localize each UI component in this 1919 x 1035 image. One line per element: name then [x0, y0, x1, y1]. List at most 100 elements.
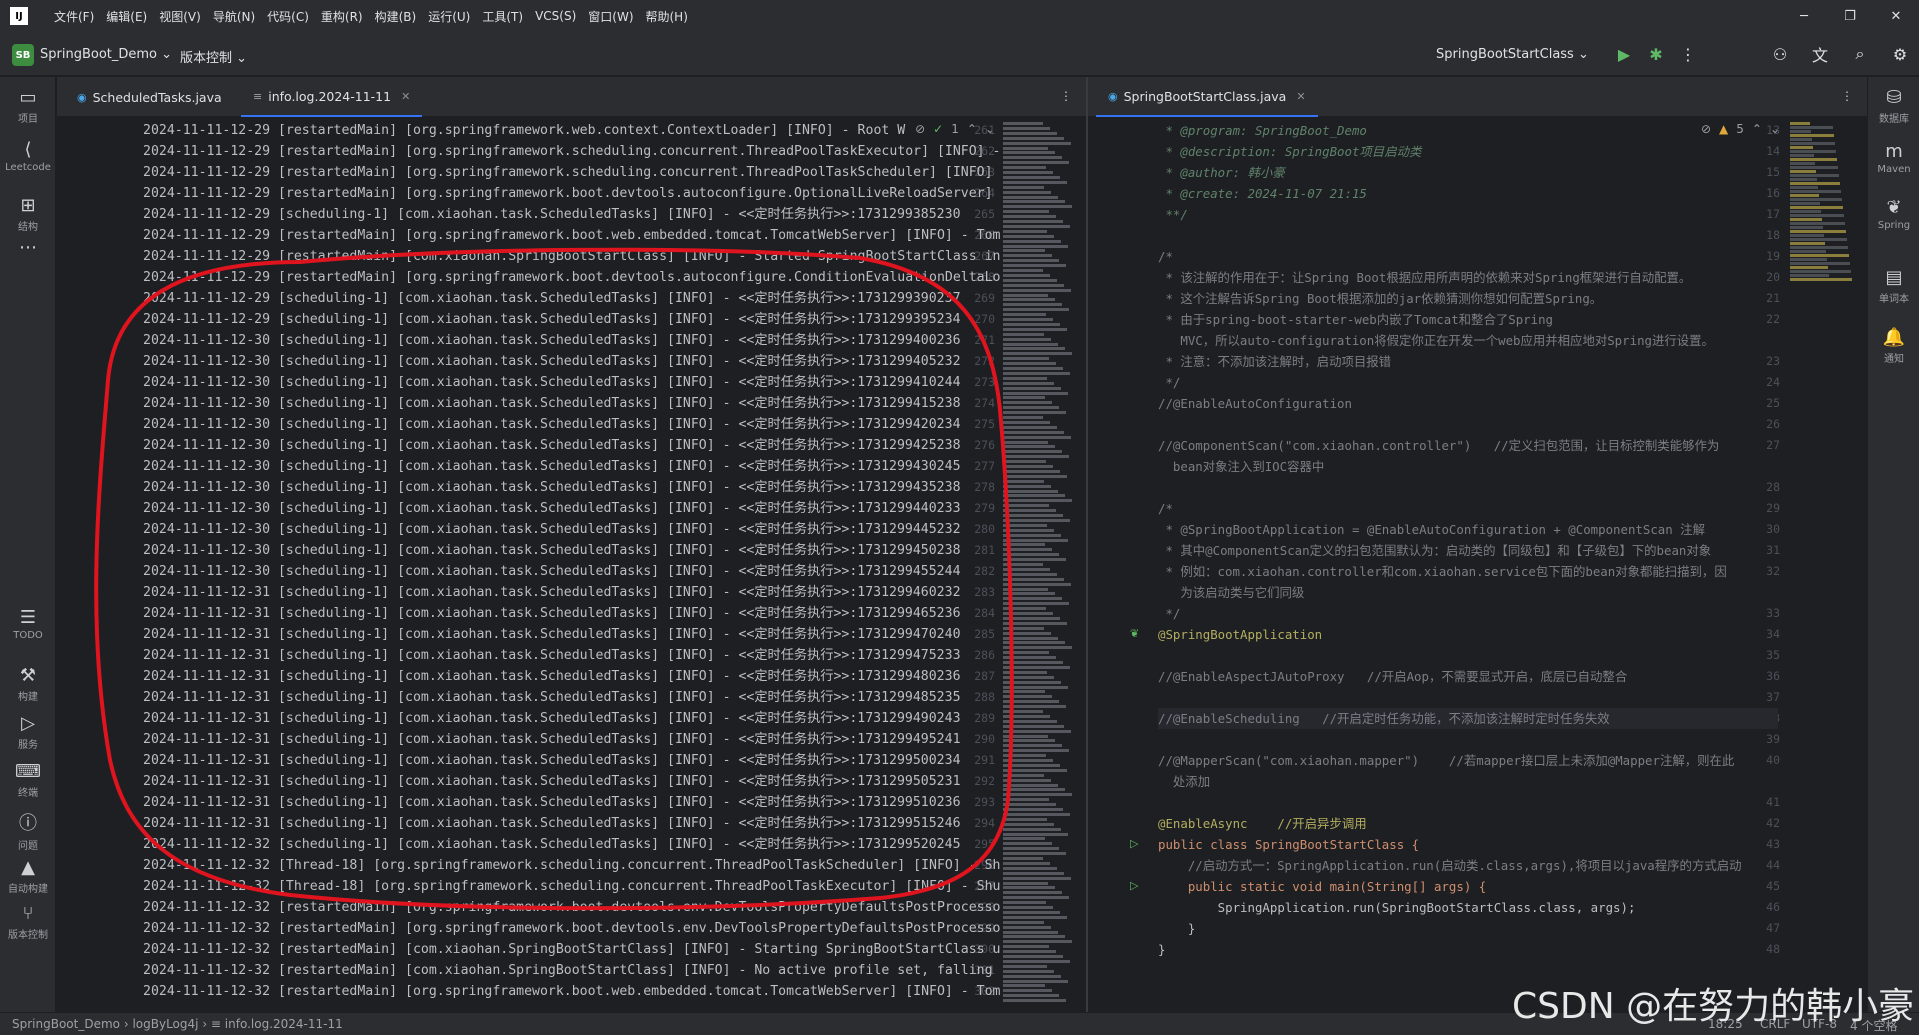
code-line[interactable]: * 该注解的作用在于：让Spring Boot根据应用所声明的依赖来对Sprin…: [1158, 267, 1691, 288]
log-line[interactable]: 2024-11-11-12-30 [scheduling-1] [com.xia…: [143, 330, 961, 351]
log-line[interactable]: 2024-11-11-12-29 [restartedMain] [org.sp…: [143, 141, 1000, 162]
log-line[interactable]: 2024-11-11-12-29 [restartedMain] [org.sp…: [143, 225, 1000, 246]
log-line[interactable]: 2024-11-11-12-29 [restartedMain] [org.sp…: [143, 267, 1000, 288]
settings-icon[interactable]: ⚙: [1888, 42, 1912, 66]
close-icon[interactable]: ✕: [1873, 0, 1919, 32]
log-line[interactable]: 2024-11-11-12-31 [scheduling-1] [com.xia…: [143, 750, 961, 771]
reader-mode-icon[interactable]: ⊘: [1701, 122, 1711, 136]
tool-window-structure[interactable]: ⊞ 结构: [0, 195, 56, 233]
menu-item[interactable]: 运行(U): [422, 8, 476, 25]
menu-item[interactable]: 构建(B): [369, 8, 423, 25]
menu-item[interactable]: 导航(N): [207, 8, 261, 25]
breadcrumb-folder[interactable]: logByLog4j: [132, 1017, 198, 1031]
code-line[interactable]: //@EnableAutoConfiguration: [1158, 393, 1352, 414]
vcs-selector[interactable]: 版本控制 ⌄: [180, 47, 247, 66]
translate-icon[interactable]: 文: [1808, 42, 1832, 66]
log-line[interactable]: 2024-11-11-12-29 [scheduling-1] [com.xia…: [143, 204, 961, 225]
menu-item[interactable]: 窗口(W): [582, 8, 639, 25]
left-minimap[interactable]: [1003, 118, 1079, 1008]
log-line[interactable]: 2024-11-11-12-30 [scheduling-1] [com.xia…: [143, 561, 961, 582]
log-line[interactable]: 2024-11-11-12-32 [restartedMain] [com.xi…: [143, 939, 1000, 960]
log-line[interactable]: 2024-11-11-12-31 [scheduling-1] [com.xia…: [143, 666, 961, 687]
search-icon[interactable]: ⌕: [1848, 42, 1872, 66]
tool-window-terminal[interactable]: ⌨ 终端: [0, 761, 56, 799]
code-line[interactable]: */: [1158, 603, 1180, 624]
left-editor[interactable]: ⊘ ✓ 1 ⌃ ⌄ 261 2024-11-11-12-29 [restartedM…: [57, 118, 1003, 1012]
code-line[interactable]: * 这个注解告诉Spring Boot根据添加的jar依赖猜测你想如何配置Spr…: [1158, 288, 1602, 309]
tool-window-database[interactable]: ⛁ 数据库: [1868, 87, 1919, 125]
log-line[interactable]: 2024-11-11-12-32 [restartedMain] [com.xi…: [143, 960, 993, 981]
menu-item[interactable]: 帮助(H): [640, 8, 694, 25]
log-line[interactable]: 2024-11-11-12-32 [restartedMain] [org.sp…: [143, 981, 1000, 1002]
log-line[interactable]: 2024-11-11-12-32 [Thread-18] [org.spring…: [143, 876, 1000, 897]
code-line[interactable]: /*: [1158, 498, 1173, 519]
code-line[interactable]: /*: [1158, 246, 1173, 267]
code-line[interactable]: bean对象注入到IOC容器中: [1158, 456, 1324, 477]
tab-info-log[interactable]: ≡ info.log.2024-11-11 ✕: [241, 77, 423, 117]
log-line[interactable]: 2024-11-11-12-30 [scheduling-1] [com.xia…: [143, 477, 961, 498]
code-line[interactable]: * @create: 2024-11-07 21:15: [1158, 183, 1366, 204]
log-line[interactable]: 2024-11-11-12-31 [scheduling-1] [com.xia…: [143, 582, 961, 603]
log-line[interactable]: 2024-11-11-12-30 [scheduling-1] [com.xia…: [143, 456, 961, 477]
code-line[interactable]: * 例如：com.xiaohan.controller和com.xiaohan.…: [1158, 561, 1726, 582]
log-line[interactable]: 2024-11-11-12-30 [scheduling-1] [com.xia…: [143, 540, 961, 561]
log-line[interactable]: 2024-11-11-12-29 [restartedMain] [org.sp…: [143, 162, 993, 183]
right-minimap[interactable]: [1790, 118, 1865, 1012]
log-line[interactable]: 2024-11-11-12-32 [restartedMain] [org.sp…: [143, 918, 1000, 939]
code-line[interactable]: //@EnableAspectJAutoProxy //开启Aop，不需要显式开…: [1158, 666, 1627, 687]
menu-item[interactable]: 代码(C): [261, 8, 315, 25]
log-line[interactable]: 2024-11-11-12-30 [scheduling-1] [com.xia…: [143, 372, 961, 393]
tool-window-todo[interactable]: ☰ TODO: [0, 607, 56, 641]
close-icon[interactable]: ✕: [401, 90, 410, 103]
reader-mode-icon[interactable]: ⊘: [915, 122, 925, 136]
code-line[interactable]: * @description: SpringBoot项目启动类: [1158, 141, 1421, 162]
menu-item[interactable]: 编辑(E): [100, 8, 153, 25]
code-line[interactable]: //启动方式一：SpringApplication.run(启动类.class,…: [1158, 855, 1742, 876]
log-line[interactable]: 2024-11-11-12-29 [restartedMain] [org.sp…: [143, 183, 993, 204]
log-line[interactable]: 2024-11-11-12-29 [restartedMain] [org.sp…: [143, 120, 905, 141]
code-line[interactable]: * @SpringBootApplication = @EnableAutoCo…: [1158, 519, 1705, 540]
log-line[interactable]: 2024-11-11-12-32 [Thread-18] [org.spring…: [143, 855, 1000, 876]
log-line[interactable]: 2024-11-11-12-30 [scheduling-1] [com.xia…: [143, 519, 961, 540]
code-line[interactable]: //@EnableScheduling //开启定时任务功能，不添加该注解时定时…: [1158, 708, 1778, 729]
add-user-icon[interactable]: ⚇: [1768, 42, 1792, 66]
log-line[interactable]: 2024-11-11-12-30 [scheduling-1] [com.xia…: [143, 414, 961, 435]
code-line[interactable]: * 其中@ComponentScan定义的扫包范围默认为：启动类的【同级包】和【…: [1158, 540, 1711, 561]
tool-window-notification[interactable]: 🔔 通知: [1868, 327, 1919, 365]
code-line[interactable]: //@MapperScan("com.xiaohan.mapper") //若m…: [1158, 750, 1734, 771]
project-badge[interactable]: SB: [12, 44, 34, 66]
log-line[interactable]: 2024-11-11-12-31 [scheduling-1] [com.xia…: [143, 603, 961, 624]
tool-window-services[interactable]: ▷ 服务: [0, 713, 56, 751]
log-line[interactable]: 2024-11-11-12-31 [scheduling-1] [com.xia…: [143, 645, 961, 666]
tool-window-folder[interactable]: ▭ 项目: [0, 87, 56, 125]
code-line[interactable]: SpringApplication.run(SpringBootStartCla…: [1158, 897, 1636, 918]
menu-item[interactable]: 重构(R): [315, 8, 369, 25]
log-line[interactable]: 2024-11-11-12-30 [scheduling-1] [com.xia…: [143, 351, 961, 372]
log-line[interactable]: 2024-11-11-12-31 [scheduling-1] [com.xia…: [143, 792, 961, 813]
log-line[interactable]: 2024-11-11-12-30 [scheduling-1] [com.xia…: [143, 435, 961, 456]
right-editor[interactable]: ⊘ ▲ 5 ⌃ ⌄ 13 * @program: SpringBoot_Demo 1…: [1088, 118, 1788, 1012]
run-config-selector[interactable]: SpringBootStartClass ⌄: [1436, 47, 1589, 62]
tool-window-leetcode[interactable]: ⟨ Leetcode: [0, 139, 56, 173]
log-line[interactable]: 2024-11-11-12-31 [scheduling-1] [com.xia…: [143, 771, 961, 792]
code-line[interactable]: **/: [1158, 204, 1187, 225]
log-line[interactable]: 2024-11-11-12-31 [scheduling-1] [com.xia…: [143, 687, 961, 708]
log-line[interactable]: 2024-11-11-12-31 [scheduling-1] [com.xia…: [143, 813, 961, 834]
code-line[interactable]: * 由于spring-boot-starter-web内嵌了Tomcat和整合了…: [1158, 309, 1553, 330]
more-actions-icon[interactable]: ⋮: [1676, 42, 1700, 66]
log-line[interactable]: 2024-11-11-12-31 [scheduling-1] [com.xia…: [143, 729, 961, 750]
code-line[interactable]: * 注意：不添加该注解时，启动项目报错: [1158, 351, 1391, 372]
more-tabs-icon[interactable]: ⋮: [1060, 89, 1072, 103]
log-line[interactable]: 2024-11-11-12-29 [scheduling-1] [com.xia…: [143, 309, 961, 330]
code-line[interactable]: public class SpringBootStartClass {: [1158, 834, 1419, 855]
log-line[interactable]: 2024-11-11-12-32 [restartedMain] [org.sp…: [143, 897, 1000, 918]
restore-icon[interactable]: ❐: [1827, 0, 1873, 32]
code-line[interactable]: * @program: SpringBoot_Demo: [1158, 120, 1366, 141]
code-line[interactable]: 为该启动类与它们同级: [1158, 582, 1304, 603]
project-selector[interactable]: SpringBoot_Demo ⌄: [40, 47, 172, 62]
code-line[interactable]: MVC，所以auto-configuration将假定你正在开发一个web应用并…: [1158, 330, 1714, 351]
log-line[interactable]: 2024-11-11-12-30 [scheduling-1] [com.xia…: [143, 498, 961, 519]
tool-window-autobuild[interactable]: ▲ 自动构建: [0, 857, 56, 895]
tool-window-problems[interactable]: ⓘ 问题: [0, 809, 56, 852]
tool-window-spring[interactable]: ❦ Spring: [1868, 197, 1919, 231]
